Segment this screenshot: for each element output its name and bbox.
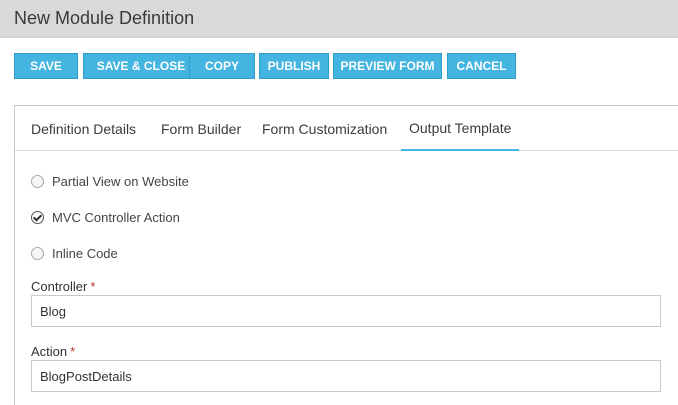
cancel-button[interactable]: CANCEL bbox=[447, 53, 516, 79]
window-title-bar: New Module Definition bbox=[0, 0, 678, 38]
action-label: Action * bbox=[31, 344, 75, 359]
action-label-text: Action bbox=[31, 344, 68, 359]
required-marker: * bbox=[70, 344, 76, 359]
radio-unchecked-icon[interactable] bbox=[31, 174, 44, 188]
save-button[interactable]: SAVE bbox=[14, 53, 78, 79]
publish-button[interactable]: PUBLISH bbox=[259, 53, 329, 79]
radio-label: MVC Controller Action bbox=[52, 209, 180, 225]
controller-label-text: Controller bbox=[31, 279, 88, 294]
radio-mvc-controller-action[interactable]: MVC Controller Action bbox=[31, 208, 180, 226]
radio-label: Inline Code bbox=[52, 245, 118, 261]
save-close-button[interactable]: SAVE & CLOSE bbox=[83, 53, 199, 79]
controller-label: Controller * bbox=[31, 279, 95, 294]
required-marker: * bbox=[90, 279, 96, 294]
tab-output-template[interactable]: Output Template bbox=[401, 106, 520, 151]
page-title: New Module Definition bbox=[14, 8, 195, 28]
tab-bar: Definition Details Form Builder Form Cus… bbox=[15, 106, 678, 151]
radio-label: Partial View on Website bbox=[52, 173, 189, 189]
copy-button[interactable]: COPY bbox=[189, 53, 255, 79]
preview-form-button[interactable]: PREVIEW FORM bbox=[333, 53, 442, 79]
module-definition-panel: Definition Details Form Builder Form Cus… bbox=[14, 105, 678, 405]
radio-unchecked-icon[interactable] bbox=[31, 246, 44, 260]
tab-form-customization[interactable]: Form Customization bbox=[262, 106, 387, 151]
controller-input[interactable] bbox=[31, 295, 661, 327]
radio-inline-code[interactable]: Inline Code bbox=[31, 244, 118, 262]
radio-checked-icon[interactable] bbox=[31, 210, 44, 224]
radio-partial-view[interactable]: Partial View on Website bbox=[31, 172, 189, 190]
tab-definition-details[interactable]: Definition Details bbox=[31, 106, 136, 151]
tab-form-builder[interactable]: Form Builder bbox=[161, 106, 241, 151]
action-input[interactable] bbox=[31, 360, 661, 392]
